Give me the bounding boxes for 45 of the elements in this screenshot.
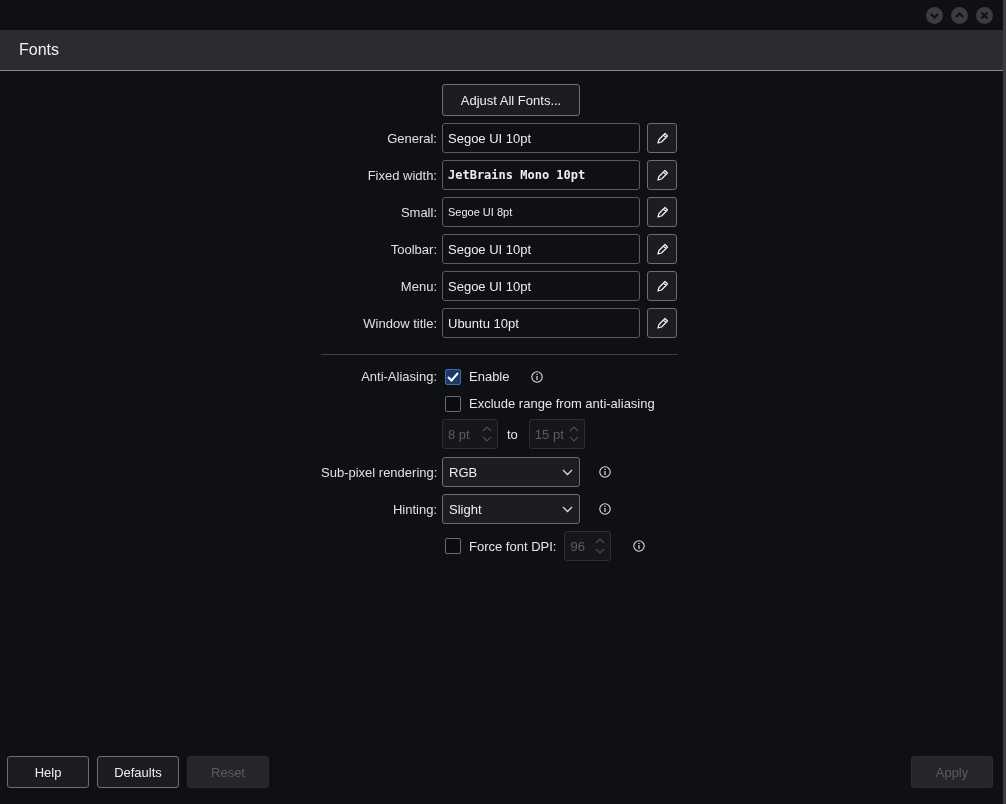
field-label: Window title:: [362, 315, 437, 331]
font-field[interactable]: Ubuntu 10pt: [442, 308, 640, 338]
dropdown[interactable]: Slight: [442, 494, 580, 524]
font-field[interactable]: Segoe UI 10pt: [442, 234, 640, 264]
field-label: Fixed width:: [366, 167, 437, 183]
field-label: General:: [386, 130, 437, 146]
chevron-down-icon: [562, 468, 573, 476]
footer-button[interactable]: Help: [7, 756, 89, 788]
checkbox-label: Force font DPI:: [469, 538, 557, 554]
range-label: to: [507, 426, 518, 442]
page-title: Fonts: [19, 41, 59, 59]
edit-button[interactable]: [647, 160, 677, 190]
edit-button[interactable]: [647, 271, 677, 301]
checkbox[interactable]: [445, 395, 461, 412]
info-icon[interactable]: [599, 466, 611, 478]
dropdown[interactable]: RGB: [442, 457, 580, 487]
pencil-icon: [655, 316, 669, 330]
field-label: Toolbar:: [389, 241, 437, 257]
chevron-down-icon: [562, 505, 573, 513]
font-field[interactable]: Segoe UI 10pt: [442, 271, 640, 301]
edit-button[interactable]: [647, 234, 677, 264]
pencil-icon: [655, 205, 669, 219]
field-label: Menu:: [399, 278, 437, 294]
checkbox[interactable]: [445, 368, 461, 385]
font-field[interactable]: JetBrains Mono 10pt: [442, 160, 640, 190]
checkbox-label: Exclude range from anti-aliasing: [469, 396, 655, 411]
field-label: Hinting:: [391, 501, 437, 517]
info-icon[interactable]: [633, 540, 646, 552]
info-icon[interactable]: [531, 370, 544, 383]
font-field[interactable]: Segoe UI 8pt: [442, 197, 640, 227]
edit-button[interactable]: [647, 197, 677, 227]
edit-button[interactable]: [647, 123, 677, 153]
font-field[interactable]: Segoe UI 10pt: [442, 123, 640, 153]
field-label: Small:: [399, 204, 437, 220]
adjust-all-fonts-button[interactable]: Adjust All Fonts...: [442, 84, 580, 116]
field-label: Sub-pixel rendering:: [321, 464, 437, 480]
checkbox-label: Enable: [469, 369, 510, 384]
info-icon[interactable]: [599, 503, 611, 515]
pencil-icon: [655, 131, 669, 145]
field-label: Anti-Aliasing:: [360, 369, 437, 384]
pencil-icon: [655, 279, 669, 293]
pencil-icon: [655, 242, 669, 256]
pencil-icon: [655, 168, 669, 182]
footer-button[interactable]: Defaults: [97, 756, 179, 788]
edit-button[interactable]: [647, 308, 677, 338]
